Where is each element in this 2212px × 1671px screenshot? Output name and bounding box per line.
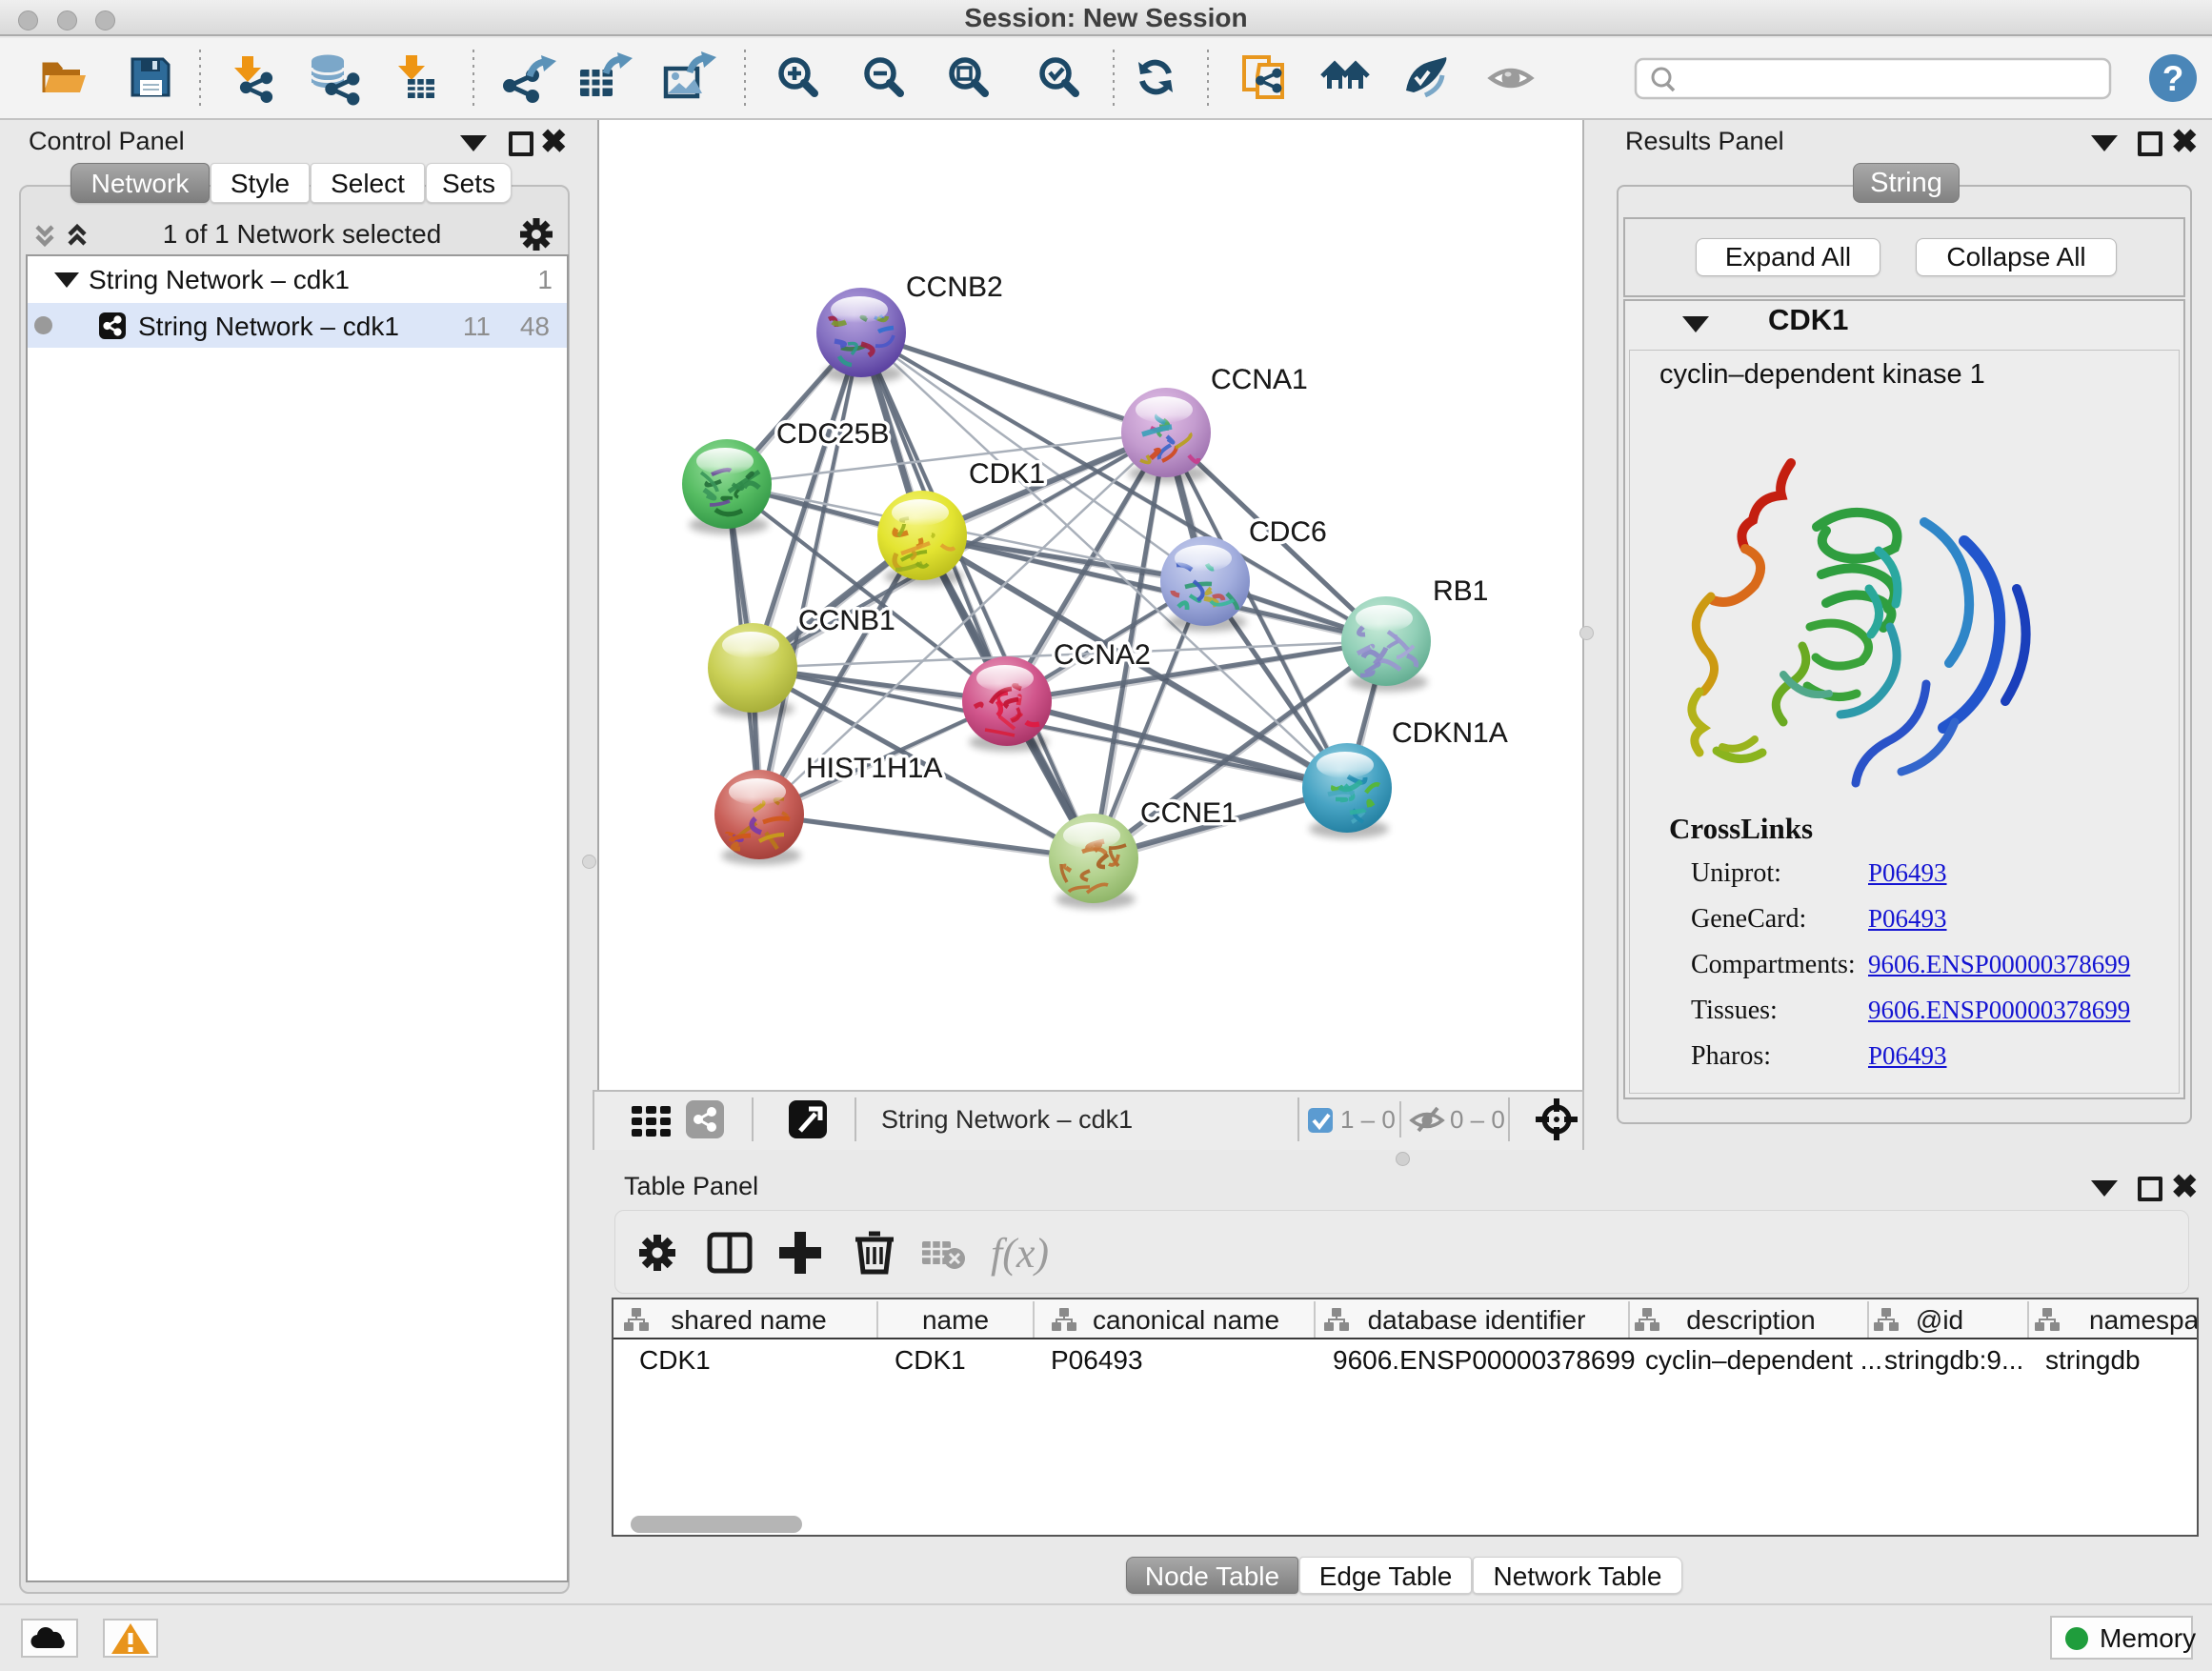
svg-text:CDKN1A: CDKN1A xyxy=(1392,717,1508,749)
svg-text:0 – 0: 0 – 0 xyxy=(1450,1105,1505,1134)
svg-text:CCNA2: CCNA2 xyxy=(1054,639,1151,671)
svg-text:CCNE1: CCNE1 xyxy=(1140,797,1237,829)
svg-text:shared name: shared name xyxy=(671,1305,826,1335)
svg-text:1 of 1 Network selected: 1 of 1 Network selected xyxy=(163,219,442,249)
svg-text:RB1: RB1 xyxy=(1433,575,1488,607)
svg-text:1 – 0: 1 – 0 xyxy=(1340,1105,1396,1134)
svg-text:canonical name: canonical name xyxy=(1093,1305,1279,1335)
svg-text:CDC6: CDC6 xyxy=(1249,516,1327,548)
svg-text:namespac: namespac xyxy=(2089,1305,2197,1335)
svg-text:String Network – cdk1: String Network – cdk1 xyxy=(881,1105,1133,1134)
svg-text:?: ? xyxy=(2162,59,2184,98)
svg-text:CDC25B: CDC25B xyxy=(776,418,889,450)
svg-text:CDK1: CDK1 xyxy=(969,458,1045,490)
svg-text:description: description xyxy=(1686,1305,1815,1335)
svg-text:HIST1H1A: HIST1H1A xyxy=(806,753,942,784)
svg-text:name: name xyxy=(922,1305,989,1335)
svg-text:CCNA1: CCNA1 xyxy=(1211,364,1308,395)
svg-text:database identifier: database identifier xyxy=(1368,1305,1586,1335)
svg-text:@id: @id xyxy=(1916,1305,1963,1335)
svg-text:f(x): f(x) xyxy=(991,1230,1049,1277)
svg-text:CCNB1: CCNB1 xyxy=(798,605,895,636)
svg-text:CCNB2: CCNB2 xyxy=(906,272,1003,303)
